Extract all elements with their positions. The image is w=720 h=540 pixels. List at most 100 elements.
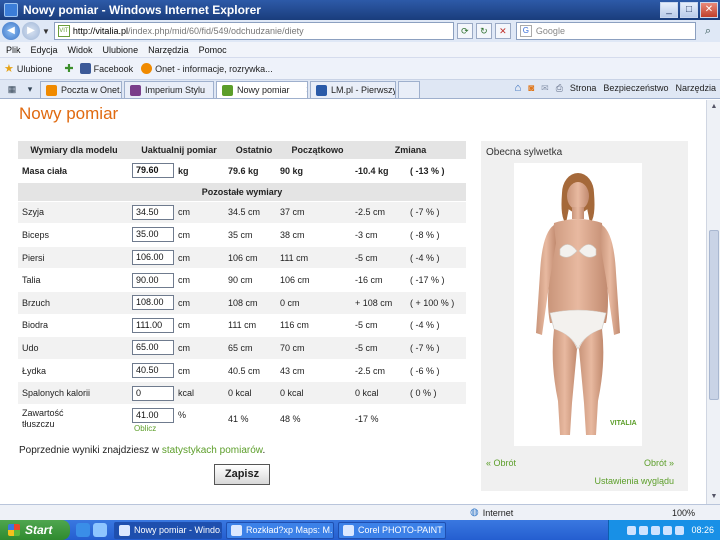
minimize-button[interactable]: _ <box>660 2 678 18</box>
tab-imperium[interactable]: Imperium Stylu <box>124 81 214 98</box>
change-value: -2.5 cm <box>355 365 386 376</box>
unit-label: cm <box>178 320 190 331</box>
measurement-input[interactable]: 106.00 <box>132 250 174 266</box>
tab-list-icon[interactable]: ▾ <box>22 82 38 96</box>
statistics-link[interactable]: statystykach pomiarów <box>162 445 263 456</box>
imperium-icon <box>130 84 141 96</box>
lm-icon <box>316 84 327 96</box>
menu-tools[interactable]: Narzędzia <box>148 45 189 55</box>
search-input[interactable]: G Google <box>515 22 696 40</box>
print-icon[interactable]: ⎙ <box>556 83 563 94</box>
table-row: Szyja 34.50 cm 34.5 cm 37 cm -2.5 cm ( -7 % ) <box>18 201 466 225</box>
menu-file[interactable]: Plik <box>6 45 21 55</box>
refresh-icon[interactable]: ⟳ <box>456 23 473 39</box>
tab-poczta[interactable]: Poczta w Onet.pl <box>40 81 122 98</box>
taskbar-item-ie[interactable]: Nowy pomiar - Windo... <box>114 521 222 539</box>
measurement-input[interactable]: 0 <box>132 385 174 401</box>
menu-favorites[interactable]: Ulubione <box>103 45 139 55</box>
scroll-down-icon[interactable]: ▼ <box>707 490 720 504</box>
measurement-input[interactable]: 65.00 <box>132 340 174 356</box>
unit-label: cm <box>178 229 190 240</box>
fat-input[interactable]: 41.00 <box>132 407 174 423</box>
tab-close-icon[interactable]: ✕ <box>306 85 307 96</box>
initial-value: 43 cm <box>280 365 305 376</box>
tab-nowy-pomiar[interactable]: Nowy pomiar ✕ <box>216 81 308 98</box>
menu-help[interactable]: Pomoc <box>199 45 227 55</box>
initial-value: 70 cm <box>280 342 305 353</box>
rotate-left-link[interactable]: « Obrót <box>486 458 516 468</box>
ie-quicklaunch-icon[interactable] <box>76 523 90 537</box>
measurement-input[interactable]: 90.00 <box>132 272 174 288</box>
security-menu[interactable]: Bezpieczeństwo <box>603 83 668 93</box>
history-dropdown-icon[interactable]: ▼ <box>42 27 50 36</box>
tab-grid-icon[interactable]: ▦ <box>4 82 20 96</box>
favorite-onet[interactable]: Onet - informacje, rozrywka... <box>141 63 273 74</box>
mail-quicklaunch-icon[interactable] <box>93 523 107 537</box>
change-percent: ( -6 % ) <box>410 365 440 376</box>
tray-icon-4[interactable] <box>663 525 673 535</box>
maximize-button[interactable]: □ <box>680 2 698 18</box>
weight-input[interactable]: 79.60 <box>132 163 174 179</box>
save-button[interactable]: Zapisz <box>214 464 270 485</box>
change-value: -2.5 cm <box>355 207 386 218</box>
scrollbar-thumb[interactable] <box>709 230 719 400</box>
row-label: Biceps <box>22 229 50 240</box>
stop-icon[interactable]: ✕ <box>494 23 511 39</box>
tab-lm[interactable]: LM.pl - Pierwszy p... <box>310 81 396 98</box>
compat-view-icon[interactable]: ↻ <box>475 23 492 39</box>
rotate-right-link[interactable]: Obrót » <box>644 458 674 468</box>
appearance-settings-link[interactable]: Ustawienia wyglądu <box>594 476 674 486</box>
body-figure-illustration: VITALIA <box>536 173 637 435</box>
corel-window-icon <box>343 524 354 536</box>
system-tray: 08:26 <box>608 520 720 540</box>
calculate-link[interactable]: Oblicz <box>134 424 156 433</box>
scroll-up-icon[interactable]: ▲ <box>707 100 720 114</box>
start-button[interactable]: Start <box>0 520 70 540</box>
favorite-facebook[interactable]: Facebook <box>79 63 133 74</box>
page-menu[interactable]: Strona <box>570 83 597 93</box>
silhouette-title: Obecna sylwetka <box>486 147 563 158</box>
favorites-star-icon[interactable]: ★ <box>4 62 14 75</box>
close-button[interactable]: ✕ <box>700 2 718 18</box>
menu-edit[interactable]: Edycja <box>31 45 58 55</box>
mail-icon[interactable]: ✉ <box>541 83 549 94</box>
vertical-scrollbar[interactable]: ▲ ▼ <box>706 100 720 504</box>
row-label: Biodra <box>22 320 49 331</box>
tools-menu[interactable]: Narzędzia <box>675 83 716 93</box>
measurement-input[interactable]: 35.00 <box>132 227 174 243</box>
unit-label: cm <box>178 275 190 286</box>
feeds-icon[interactable]: ◙ <box>528 83 534 94</box>
add-favorite-icon[interactable]: ✚ <box>64 62 73 75</box>
measurement-input[interactable]: 40.50 <box>132 363 174 379</box>
home-icon[interactable]: ⌂ <box>514 82 521 94</box>
measurement-input[interactable]: 34.50 <box>132 204 174 220</box>
taskbar-item-corel[interactable]: Corel PHOTO-PAINT ... <box>338 521 446 539</box>
tray-icon-2[interactable] <box>639 525 649 535</box>
measurement-input[interactable]: 111.00 <box>132 317 174 333</box>
change-percent: ( + 100 % ) <box>410 297 455 308</box>
menu-bar: Plik Edycja Widok Ulubione Narzędzia Pom… <box>0 42 720 58</box>
search-icon[interactable]: ⌕ <box>699 22 717 40</box>
initial-value: 111 cm <box>280 252 309 263</box>
measurement-input[interactable]: 108.00 <box>132 295 174 311</box>
tray-icon-3[interactable] <box>651 525 661 535</box>
change-value: -5 cm <box>355 252 378 263</box>
volume-icon[interactable] <box>675 525 685 535</box>
favorites-button[interactable]: Ulubione <box>17 64 53 74</box>
change-value: -3 cm <box>355 229 378 240</box>
silhouette-panel: Obecna sylwetka VITALIA « Obrót Obrót » … <box>481 141 688 491</box>
tray-icon-1[interactable] <box>627 525 637 535</box>
address-field[interactable]: VIT http://vitalia.pl/index.php/mid/60/f… <box>53 22 454 40</box>
window-title: Nowy pomiar - Windows Internet Explorer <box>23 3 261 17</box>
new-tab-button[interactable] <box>398 81 420 98</box>
row-label: Udo <box>22 342 39 353</box>
menu-view[interactable]: Widok <box>68 45 93 55</box>
forward-button[interactable]: ▶ <box>22 22 40 40</box>
back-button[interactable]: ◀ <box>2 22 20 40</box>
zoom-level[interactable]: 100% <box>672 508 695 518</box>
taskbar-item-maps[interactable]: Rozkład?xp Maps: M... <box>226 521 334 539</box>
window-controls: _ □ ✕ <box>660 2 718 18</box>
other-measurements-header: Pozostałe wymiary <box>18 182 466 202</box>
last-value: 0 kcal <box>228 388 252 399</box>
change-percent: ( 0 % ) <box>410 388 437 399</box>
